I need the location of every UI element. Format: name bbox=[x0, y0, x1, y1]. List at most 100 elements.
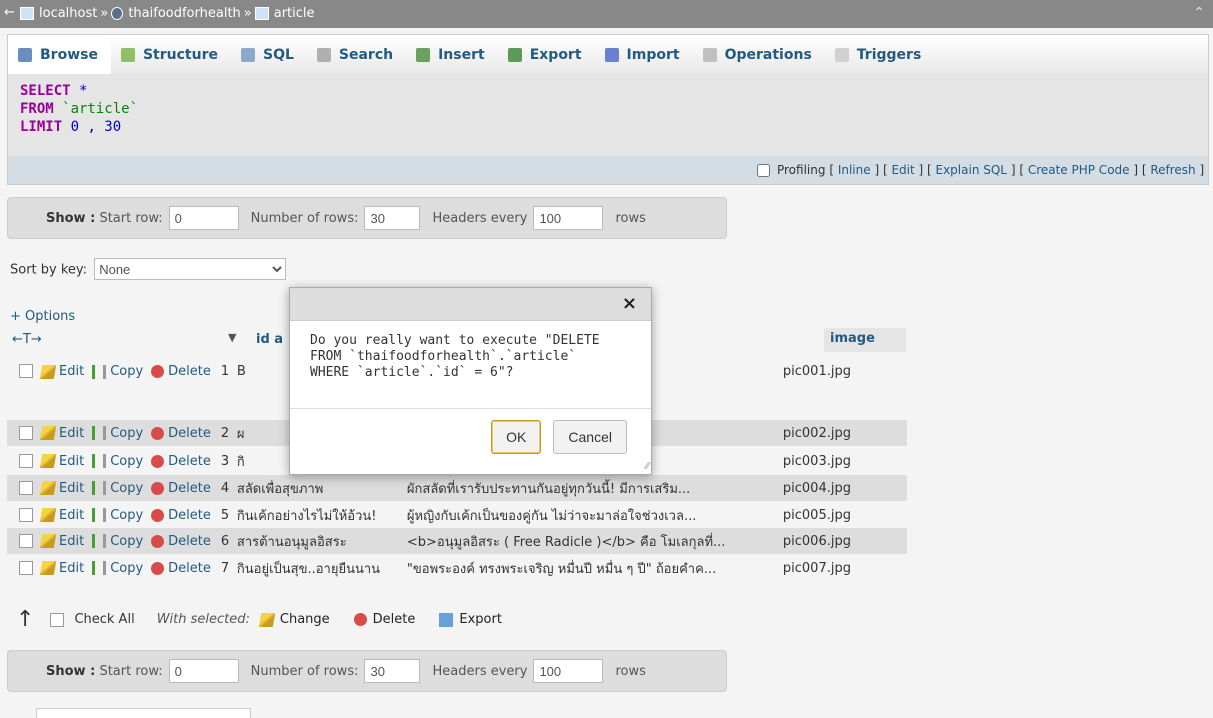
delete-button[interactable]: Delete bbox=[151, 364, 211, 379]
delete-button[interactable]: Delete bbox=[151, 481, 211, 496]
delete-button[interactable]: Delete bbox=[151, 508, 211, 523]
tab-sql[interactable]: SQL bbox=[231, 35, 307, 75]
row-checkbox[interactable] bbox=[19, 534, 33, 548]
search-icon bbox=[316, 48, 331, 62]
row-checkbox[interactable] bbox=[19, 454, 33, 468]
pencil-icon bbox=[39, 364, 57, 379]
rows-label: Number of rows: bbox=[250, 663, 359, 679]
breadcrumb-table[interactable]: article bbox=[274, 6, 315, 21]
cell-id: 3 bbox=[220, 453, 230, 469]
resize-grip-icon[interactable]: ⁄⁄ bbox=[646, 461, 649, 472]
copy-button[interactable]: Copy bbox=[92, 561, 143, 576]
options-link[interactable]: + Options bbox=[10, 309, 75, 324]
copy-button[interactable]: Copy bbox=[92, 481, 143, 496]
table-row: Edit Copy Delete 6 สารต้านอนุมูลอิสระ <b>อนุม… bbox=[7, 528, 907, 554]
row-checkbox[interactable] bbox=[19, 481, 33, 495]
edit-button[interactable]: Edit bbox=[39, 508, 84, 523]
tab-label: Triggers bbox=[856, 47, 922, 63]
server-icon bbox=[20, 7, 34, 20]
copy-button[interactable]: Copy bbox=[92, 454, 143, 469]
check-all-checkbox[interactable] bbox=[50, 612, 65, 627]
row-checkbox[interactable] bbox=[19, 561, 33, 575]
pencil-icon bbox=[39, 534, 57, 548]
headers-input[interactable] bbox=[533, 206, 604, 230]
delete-button[interactable]: Delete bbox=[151, 561, 211, 576]
start-row-input[interactable] bbox=[168, 659, 239, 683]
insert-icon bbox=[416, 48, 431, 62]
cell-image: pic006.jpg bbox=[782, 533, 851, 549]
rows-suffix: rows bbox=[615, 663, 646, 679]
start-row-input[interactable] bbox=[168, 206, 239, 230]
tab-operations[interactable]: Operations bbox=[693, 35, 825, 75]
row-checkbox[interactable] bbox=[19, 364, 33, 378]
copy-button[interactable]: Copy bbox=[92, 364, 143, 379]
export-selected-button[interactable]: Export bbox=[439, 612, 502, 627]
row-checkbox[interactable] bbox=[19, 426, 33, 440]
profiling-checkbox[interactable] bbox=[757, 164, 771, 177]
tab-browse[interactable]: Browse bbox=[8, 35, 111, 75]
tab-triggers[interactable]: Triggers bbox=[825, 35, 935, 75]
collapse-icon[interactable]: ⌃ bbox=[1193, 5, 1205, 21]
row-checkbox[interactable] bbox=[19, 508, 33, 522]
sort-key-select[interactable]: None bbox=[94, 258, 287, 280]
edit-button[interactable]: Edit bbox=[39, 534, 84, 549]
rows-input[interactable] bbox=[364, 206, 421, 230]
dialog-message: Do you really want to execute "DELETE FR… bbox=[310, 333, 600, 380]
edit-label: Edit bbox=[59, 425, 85, 441]
check-all-label[interactable]: Check All bbox=[74, 612, 134, 627]
copy-label: Copy bbox=[110, 480, 144, 496]
back-arrow-icon[interactable]: ← bbox=[4, 5, 18, 20]
breadcrumb-server[interactable]: localhost bbox=[39, 6, 97, 21]
headers-label: Headers every bbox=[432, 210, 528, 226]
cell-image: pic005.jpg bbox=[782, 507, 851, 523]
copy-button[interactable]: Copy bbox=[92, 534, 143, 549]
sql-icon bbox=[240, 48, 255, 62]
tab-label: Insert bbox=[438, 47, 485, 63]
profiling-link-edit[interactable]: Edit bbox=[891, 163, 914, 177]
table-row: Edit Copy Delete 5 กินเค้กอย่างไรไม่ให้อ้วน!… bbox=[7, 502, 907, 528]
sql-comma: , bbox=[79, 119, 96, 135]
delete-selected-button[interactable]: Delete bbox=[353, 612, 415, 627]
cancel-button[interactable]: Cancel bbox=[553, 420, 627, 454]
delete-button[interactable]: Delete bbox=[151, 534, 211, 549]
edit-button[interactable]: Edit bbox=[39, 561, 84, 576]
edit-button[interactable]: Edit bbox=[39, 425, 85, 441]
copy-label: Copy bbox=[110, 364, 144, 379]
pencil-icon bbox=[39, 426, 57, 440]
tab-search[interactable]: Search bbox=[307, 35, 406, 75]
tab-export[interactable]: Export bbox=[498, 35, 595, 75]
edit-button[interactable]: Edit bbox=[39, 364, 85, 379]
profiling-link-create-php-code[interactable]: Create PHP Code bbox=[1028, 163, 1130, 177]
sql-query[interactable]: SELECT * FROM `article` LIMIT 0 , 30 bbox=[20, 82, 1208, 136]
change-button[interactable]: Change bbox=[258, 612, 330, 627]
sort-dropdown-icon[interactable]: ▼ bbox=[228, 331, 236, 344]
edit-button[interactable]: Edit bbox=[39, 481, 84, 496]
delete-button[interactable]: Delete bbox=[151, 426, 211, 441]
copy-label: Copy bbox=[110, 533, 144, 549]
delete-button[interactable]: Delete bbox=[151, 454, 211, 469]
triggers-icon bbox=[834, 48, 849, 62]
profiling-link-inline[interactable]: Inline bbox=[838, 163, 871, 177]
ok-button[interactable]: OK bbox=[491, 420, 542, 454]
tab-insert[interactable]: Insert bbox=[406, 35, 498, 75]
column-header-image[interactable]: image bbox=[824, 328, 906, 352]
edit-button[interactable]: Edit bbox=[39, 454, 84, 469]
rows-input[interactable] bbox=[364, 659, 421, 683]
cell-image: pic002.jpg bbox=[782, 425, 851, 441]
tab-structure[interactable]: Structure bbox=[111, 35, 231, 75]
copy-button[interactable]: Copy bbox=[92, 508, 143, 523]
edit-label: Edit bbox=[59, 364, 85, 379]
profiling-link-refresh[interactable]: Refresh bbox=[1150, 163, 1195, 177]
breadcrumb-database[interactable]: thaifoodforhealth bbox=[128, 6, 240, 21]
column-arrows[interactable]: ←T→ bbox=[12, 332, 42, 347]
profiling-label: Profiling bbox=[776, 163, 826, 177]
headers-input[interactable] bbox=[533, 659, 604, 683]
copy-button[interactable]: Copy bbox=[92, 426, 143, 441]
change-label: Change bbox=[279, 612, 330, 627]
close-icon[interactable]: × bbox=[622, 293, 637, 314]
delete-icon bbox=[151, 481, 165, 495]
column-header-id[interactable]: id a bbox=[256, 332, 283, 347]
copy-label: Copy bbox=[110, 560, 144, 576]
tab-import[interactable]: Import bbox=[595, 35, 693, 75]
profiling-link-explain-sql[interactable]: Explain SQL bbox=[936, 163, 1008, 177]
